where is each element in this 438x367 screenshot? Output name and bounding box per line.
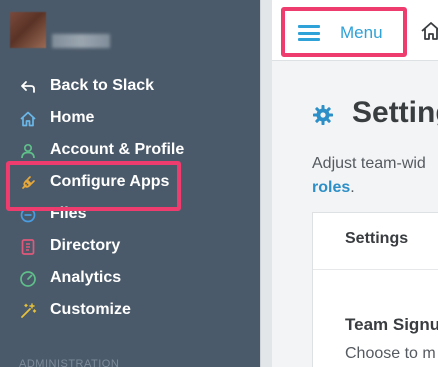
settings-card: Settings Team Signu Choose to m bbox=[312, 212, 438, 367]
sidebar-scrollbar[interactable] bbox=[260, 0, 272, 367]
sidebar-item-label: Files bbox=[50, 205, 87, 222]
section-label-administration: ADMINISTRATION bbox=[19, 358, 120, 367]
sidebar-nav: Back to Slack Home Account & Profile Con… bbox=[0, 70, 260, 326]
sidebar-item-directory[interactable]: Directory bbox=[0, 230, 260, 262]
sidebar-item-label: Customize bbox=[50, 301, 131, 318]
gauge-icon bbox=[19, 270, 37, 288]
sidebar-item-account-profile[interactable]: Account & Profile bbox=[0, 134, 260, 166]
avatar[interactable] bbox=[10, 12, 46, 48]
sidebar-item-analytics[interactable]: Analytics bbox=[0, 262, 260, 294]
sidebar-item-label: Analytics bbox=[50, 269, 122, 286]
sidebar: Back to Slack Home Account & Profile Con… bbox=[0, 0, 260, 367]
section-heading-team-signup: Team Signu bbox=[345, 315, 438, 334]
description-text: Adjust team-wid bbox=[312, 155, 426, 172]
sidebar-item-configure-apps[interactable]: Configure Apps bbox=[0, 166, 260, 198]
top-bar: Menu bbox=[272, 0, 438, 61]
sidebar-item-label: Account & Profile bbox=[50, 141, 185, 158]
gear-icon bbox=[313, 105, 333, 125]
sidebar-item-files[interactable]: Files bbox=[0, 198, 260, 230]
card-divider bbox=[313, 269, 438, 270]
page-description: Adjust team-wid roles. bbox=[312, 152, 426, 200]
sidebar-item-label: Directory bbox=[50, 237, 121, 254]
main-content: Menu Settings Adjust team-wid roles. Set… bbox=[272, 0, 438, 367]
person-icon bbox=[19, 142, 37, 160]
plug-icon bbox=[19, 174, 37, 192]
sidebar-item-customize[interactable]: Customize bbox=[0, 294, 260, 326]
files-icon bbox=[19, 206, 37, 224]
sidebar-item-label: Home bbox=[50, 109, 95, 126]
sidebar-item-label: Configure Apps bbox=[50, 173, 170, 190]
magic-wand-icon bbox=[19, 302, 37, 320]
directory-icon bbox=[19, 238, 37, 256]
hamburger-icon bbox=[298, 25, 320, 41]
description-period: . bbox=[350, 179, 355, 196]
back-arrow-icon bbox=[19, 78, 37, 96]
section-description: Choose to m bbox=[345, 345, 436, 362]
tab-settings[interactable]: Settings bbox=[345, 230, 408, 248]
menu-button-label: Menu bbox=[340, 23, 383, 42]
page-title: Settings bbox=[352, 96, 438, 129]
team-name-redacted bbox=[52, 34, 110, 48]
sidebar-item-label: Back to Slack bbox=[50, 77, 155, 94]
menu-button[interactable]: Menu bbox=[281, 7, 407, 57]
home-icon[interactable] bbox=[420, 20, 438, 42]
sidebar-item-home[interactable]: Home bbox=[0, 102, 260, 134]
home-icon bbox=[19, 110, 37, 128]
roles-link[interactable]: roles bbox=[312, 179, 350, 196]
sidebar-item-back-to-slack[interactable]: Back to Slack bbox=[0, 70, 260, 102]
